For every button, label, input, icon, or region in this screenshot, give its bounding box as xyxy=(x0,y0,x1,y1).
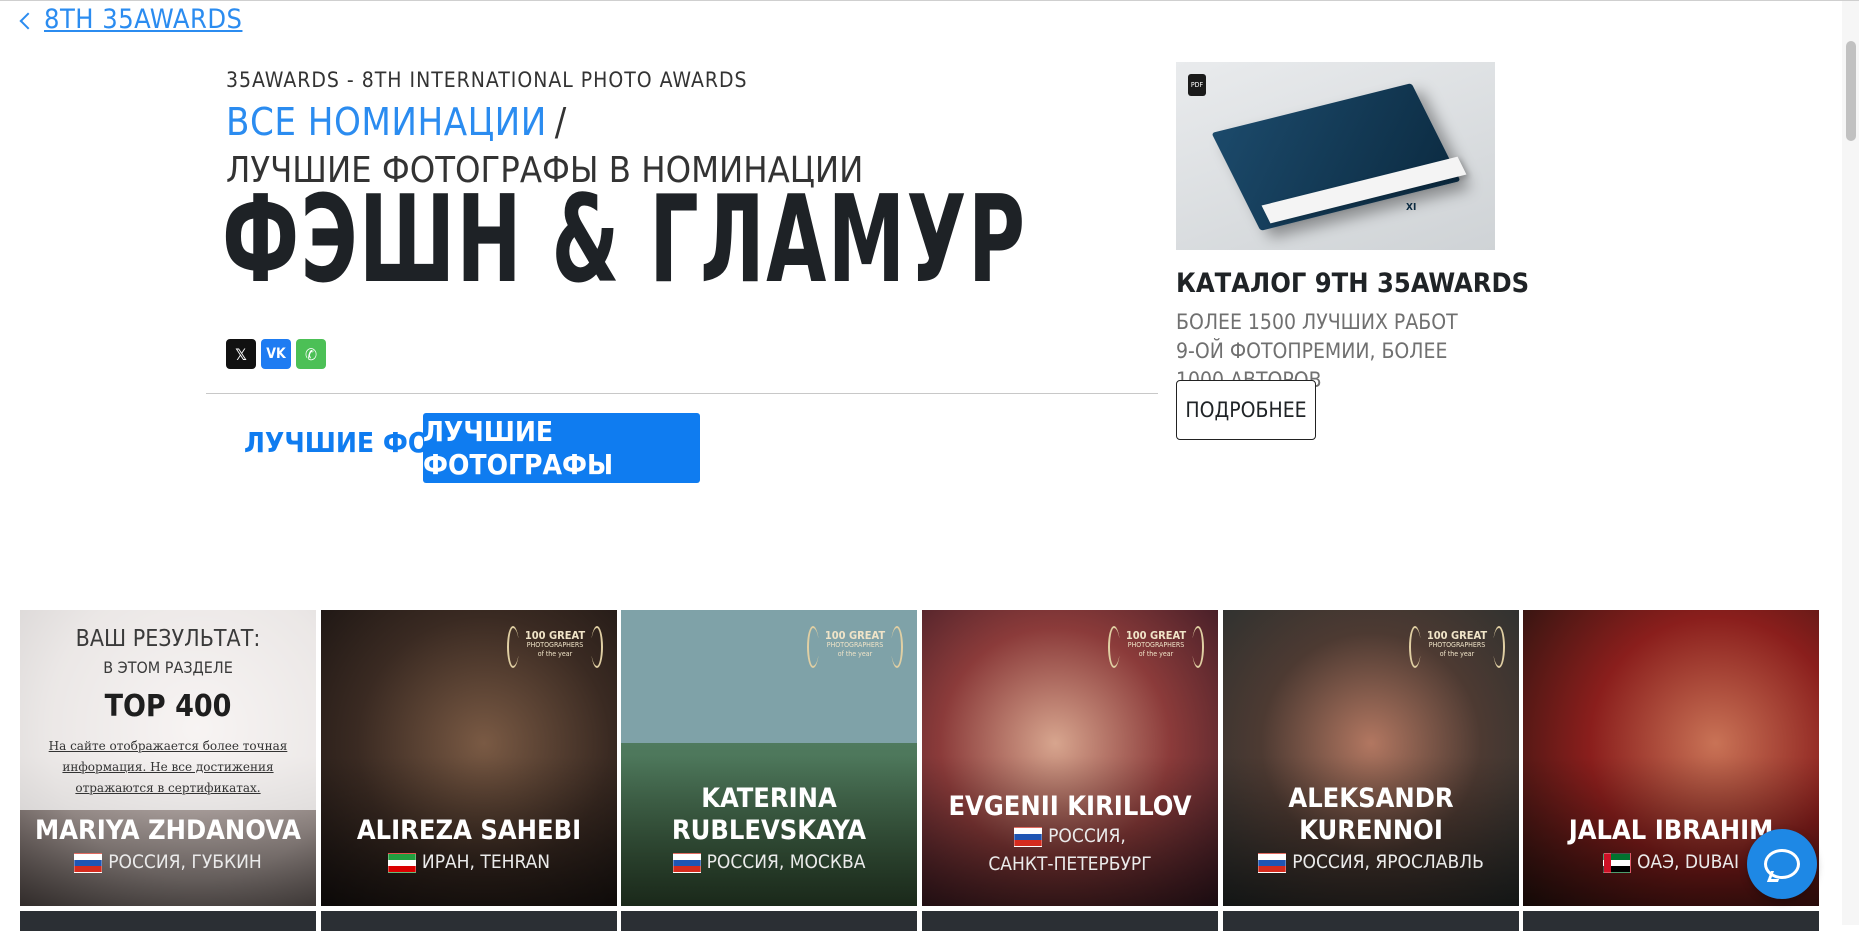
result-heading: ВАШ РЕЗУЛЬТАТ: xyxy=(75,626,261,652)
chat-widget-button[interactable] xyxy=(1747,829,1817,899)
contest-eyebrow: 35AWARDS - 8TH INTERNATIONAL PHOTO AWARD… xyxy=(226,68,748,92)
vk-share-icon[interactable]: VK xyxy=(261,339,291,369)
chevron-left-icon xyxy=(19,12,37,29)
result-rank: TOP 400 xyxy=(104,689,232,724)
photographer-card[interactable]: ВАШ РЕЗУЛЬТАТ: В ЭТОМ РАЗДЕЛЕ TOP 400 На… xyxy=(20,610,316,906)
catalog-title: КАТАЛОГ 9TH 35AWARDS xyxy=(1176,268,1530,299)
photographer-name-line2: KURENNOI xyxy=(1299,815,1443,846)
chat-bubble-icon xyxy=(1764,849,1800,879)
photographer-location: РОССИЯ, МОСКВА xyxy=(621,848,917,876)
page-title: ФЭШН & ГЛАМУР xyxy=(222,171,1027,310)
whatsapp-share-icon[interactable]: ✆ xyxy=(296,339,326,369)
flag-russia-icon xyxy=(74,852,103,873)
award-laurel-badge: 100 GREAT PHOTOGRAPHERS of the year xyxy=(507,624,603,668)
flag-russia-icon xyxy=(1014,826,1043,847)
photographer-location: РОССИЯ, ЯРОСЛАВЛЬ xyxy=(1223,848,1519,876)
book-edition-mark: XI xyxy=(1406,202,1417,213)
photographer-name-line1: ALEKSANDR xyxy=(1288,783,1454,814)
next-row-card[interactable] xyxy=(321,911,617,931)
x-share-icon[interactable]: 𝕏 xyxy=(226,339,256,369)
your-result-panel: ВАШ РЕЗУЛЬТАТ: В ЭТОМ РАЗДЕЛЕ TOP 400 На… xyxy=(20,610,316,810)
top-border xyxy=(0,0,1859,1)
photographer-name: ALIREZA SAHEBI xyxy=(356,815,582,846)
header-divider xyxy=(206,393,1158,394)
flag-uae-icon xyxy=(1602,852,1631,873)
photographer-location-line2: САНКТ-ПЕТЕРБУРГ xyxy=(988,853,1152,875)
photographer-card[interactable]: 100 GREAT PHOTOGRAPHERS of the year ALIREZ… xyxy=(321,610,617,906)
photographer-location: РОССИЯ, ГУБКИН xyxy=(20,848,316,876)
back-link[interactable]: 8TH 35AWARDS xyxy=(19,4,242,35)
flag-russia-icon xyxy=(672,852,701,873)
photographer-location: ИРАН, TEHRAN xyxy=(321,848,617,876)
award-laurel-badge: 100 GREAT PHOTOGRAPHERS of the year xyxy=(1108,624,1204,668)
result-scope: В ЭТОМ РАЗДЕЛЕ xyxy=(103,658,233,677)
catalog-cover-image[interactable]: PDF XI xyxy=(1176,62,1495,250)
next-row-card[interactable] xyxy=(621,911,917,931)
award-laurel-badge: 100 GREAT PHOTOGRAPHERS of the year xyxy=(1409,624,1505,668)
scrollbar-thumb[interactable] xyxy=(1846,41,1856,141)
book-illustration xyxy=(1211,83,1461,231)
photographer-card[interactable]: 100 GREAT PHOTOGRAPHERS of the year ALEKSA… xyxy=(1223,610,1519,906)
catalog-more-button[interactable]: ПОДРОБНЕЕ xyxy=(1176,380,1316,440)
result-note-link[interactable]: На сайте отображается более точная инфор… xyxy=(40,736,296,799)
breadcrumb-separator: / xyxy=(554,100,567,144)
photographer-name-line1: KATERINA xyxy=(701,783,837,814)
next-row-card[interactable] xyxy=(922,911,1218,931)
photographer-card[interactable]: 100 GREAT PHOTOGRAPHERS of the year KATERI… xyxy=(621,610,917,906)
breadcrumb-all-nominations[interactable]: ВСЕ НОМИНАЦИИ xyxy=(226,100,547,144)
award-laurel-badge: 100 GREAT PHOTOGRAPHERS of the year xyxy=(807,624,903,668)
breadcrumb: ВСЕ НОМИНАЦИИ / xyxy=(226,100,567,144)
photographer-name-line2: RUBLEVSKAYA xyxy=(671,815,867,846)
next-row-card[interactable] xyxy=(1523,911,1819,931)
photographer-location: РОССИЯ, xyxy=(922,822,1218,850)
photographer-card[interactable]: 100 GREAT PHOTOGRAPHERS of the year EVGENI… xyxy=(922,610,1218,906)
next-row-card[interactable] xyxy=(1223,911,1519,931)
back-link-label[interactable]: 8TH 35AWARDS xyxy=(44,4,242,35)
tab-best-photographers[interactable]: ЛУЧШИЕ ФОТОГРАФЫ xyxy=(423,413,700,483)
share-bar: 𝕏 VK ✆ xyxy=(226,339,326,369)
next-row-card[interactable] xyxy=(20,911,316,931)
flag-russia-icon xyxy=(1258,852,1287,873)
pdf-icon: PDF xyxy=(1188,74,1206,96)
scrollbar[interactable] xyxy=(1842,1,1859,925)
flag-iran-icon xyxy=(387,852,416,873)
photographer-name: EVGENII KIRILLOV xyxy=(948,791,1192,822)
photographer-name: MARIYA ZHDANOVA xyxy=(35,815,301,846)
